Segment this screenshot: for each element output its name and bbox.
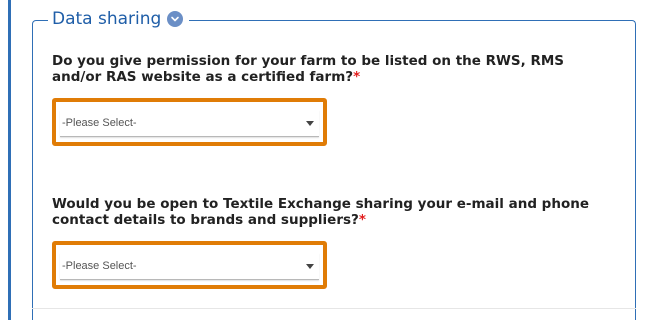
farm-listing-select-highlight: -Please Select-	[52, 98, 327, 146]
required-marker: *	[358, 212, 366, 228]
required-marker: *	[353, 69, 361, 85]
section-divider	[32, 308, 636, 309]
select-value: -Please Select-	[62, 260, 137, 272]
question-farm-listing: Do you give permission for your farm to …	[52, 53, 612, 85]
contact-sharing-select[interactable]: -Please Select-	[60, 253, 319, 280]
question-text: Would you be open to Textile Exchange sh…	[52, 196, 590, 228]
dropdown-caret-icon	[306, 120, 314, 126]
select-value: -Please Select-	[62, 117, 137, 129]
contact-sharing-select-highlight: -Please Select-	[52, 241, 327, 289]
question-text: Do you give permission for your farm to …	[52, 53, 565, 85]
section-title: Data sharing	[52, 9, 162, 29]
dropdown-caret-icon	[306, 263, 314, 269]
left-accent-rule	[8, 0, 11, 320]
chevron-down-icon[interactable]	[167, 11, 184, 27]
farm-listing-select[interactable]: -Please Select-	[60, 110, 319, 137]
section-legend: Data sharing	[48, 6, 190, 32]
question-contact-sharing: Would you be open to Textile Exchange sh…	[52, 196, 612, 228]
